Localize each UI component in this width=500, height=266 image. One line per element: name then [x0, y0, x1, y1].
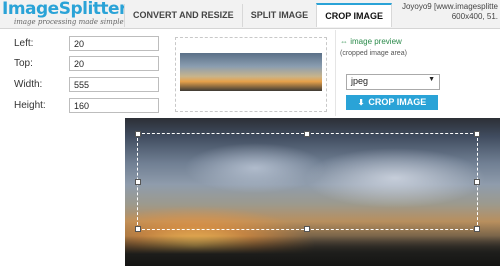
image-source: Joyoyo9 [www.imagesplitte [401, 2, 498, 11]
format-select[interactable]: jpeg ▼ [346, 74, 440, 90]
crop-handle-w[interactable] [135, 179, 141, 185]
crop-image-button[interactable]: ⬇ CROP IMAGE [346, 95, 438, 110]
image-preview-link[interactable]: ⇔ image preview [340, 37, 402, 46]
preview-caption: (cropped image area) [340, 50, 407, 57]
width-label: Width: [14, 79, 43, 90]
download-arrow-icon: ⬇ [357, 98, 365, 107]
image-info: Joyoyo9 [www.imagesplitte 600x400, 51. [402, 2, 498, 22]
left-input[interactable] [69, 36, 159, 51]
height-input[interactable] [69, 98, 159, 113]
width-row: Width: [14, 77, 164, 93]
left-label: Left: [14, 38, 34, 49]
tab-bar: CONVERT AND RESIZE SPLIT IMAGE CROP IMAG… [124, 3, 393, 28]
crop-handle-se[interactable] [474, 226, 480, 232]
image-dimensions: 600x400, 51. [451, 12, 498, 21]
divider [335, 30, 336, 116]
format-select-value: jpeg [351, 76, 369, 86]
height-row: Height: [14, 98, 164, 114]
logo-title: ImageSplitter [2, 0, 127, 19]
crop-handle-ne[interactable] [474, 131, 480, 137]
crop-handle-s[interactable] [304, 226, 310, 232]
tab-crop-image[interactable]: CROP IMAGE [316, 3, 393, 27]
width-input[interactable] [69, 77, 159, 92]
logo-tagline: image processing made simple [14, 18, 124, 26]
crop-handle-sw[interactable] [135, 226, 141, 232]
crop-handle-nw[interactable] [135, 131, 141, 137]
tab-convert-and-resize[interactable]: CONVERT AND RESIZE [124, 4, 242, 27]
top-input[interactable] [69, 56, 159, 71]
top-row: Top: [14, 56, 164, 72]
left-row: Left: [14, 36, 164, 52]
tab-split-image[interactable]: SPLIT IMAGE [241, 4, 317, 27]
source-image-ground [125, 236, 500, 266]
height-label: Height: [14, 100, 46, 111]
cropped-preview-image [180, 53, 322, 91]
header-bar: ImageSplitter image processing made simp… [0, 0, 500, 29]
crop-button-label: CROP IMAGE [368, 97, 427, 107]
crop-selection[interactable] [135, 131, 480, 232]
preview-thumbnail-box [175, 37, 327, 112]
top-label: Top: [14, 58, 33, 69]
logo[interactable]: ImageSplitter image processing made simp… [2, 0, 127, 26]
crop-handle-n[interactable] [304, 131, 310, 137]
crop-handle-e[interactable] [474, 179, 480, 185]
caret-down-icon: ▼ [428, 76, 435, 83]
